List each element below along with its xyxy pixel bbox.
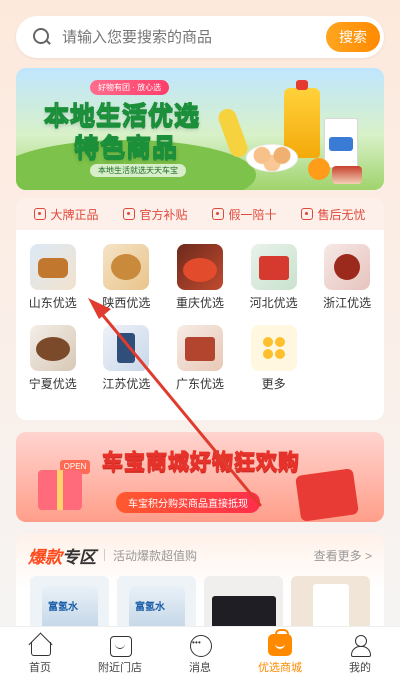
category-label: 山东优选: [28, 296, 77, 310]
profile-icon: [348, 634, 372, 657]
category-image: [324, 244, 371, 290]
tab-nearby-stores[interactable]: 附近门店: [80, 627, 160, 681]
sale-mascot-image: [295, 468, 359, 522]
gift-box-image: [38, 470, 82, 510]
bottom-tab-bar: 首页 附近门店 消息 优选商城 我的: [0, 626, 400, 681]
banner-title-line2: 特色商品: [73, 134, 179, 163]
hot-zone-subtitle: 活动爆款超值购: [113, 548, 198, 563]
message-icon: [188, 634, 212, 657]
subsidy-icon: [123, 208, 136, 220]
search-input[interactable]: [62, 28, 326, 46]
category-jiangsu[interactable]: 江苏优选: [90, 325, 164, 392]
category-label: 宁夏优选: [28, 377, 77, 391]
tab-label: 我的: [349, 661, 371, 674]
tab-profile[interactable]: 我的: [320, 627, 400, 681]
category-image: [176, 244, 223, 290]
category-label: 重庆优选: [175, 296, 224, 310]
eggs-image: [246, 144, 298, 172]
guarantee-item: 大牌正品: [34, 206, 99, 223]
guarantee-item: 售后无忧: [301, 206, 366, 223]
category-image: [103, 325, 150, 371]
hot-zone-title-accent: 爆款: [28, 547, 62, 567]
category-label: 河北优选: [249, 296, 298, 310]
divider: [104, 549, 105, 561]
banner-goods-illustration: [215, 78, 374, 186]
more-icon: [250, 325, 297, 371]
category-guangdong[interactable]: 广东优选: [163, 325, 237, 392]
category-card: 大牌正品 官方补贴 假一陪十 售后无忧 山东优选 陕西优选 重庆优选 河北优选 …: [16, 198, 384, 420]
home-icon: [28, 634, 52, 656]
product-image: [212, 596, 276, 630]
hot-zone-title: 爆款专区: [28, 543, 96, 568]
guarantee-label: 大牌正品: [50, 207, 99, 222]
see-more-link[interactable]: 查看更多 >: [314, 547, 372, 564]
banner-tag: 好物有团 · 放心选: [90, 80, 170, 95]
search-icon: [32, 27, 52, 47]
category-image: [29, 244, 76, 290]
category-zhejiang[interactable]: 浙江优选: [310, 244, 384, 311]
category-shandong[interactable]: 山东优选: [16, 244, 90, 311]
search-button[interactable]: 搜索: [326, 22, 380, 52]
guarantee-item: 官方补贴: [123, 206, 188, 223]
category-ningxia[interactable]: 宁夏优选: [16, 325, 90, 392]
guarantee-label: 假一陪十: [228, 207, 277, 222]
tab-label: 附近门店: [98, 661, 142, 674]
hot-zone-header: 爆款专区 活动爆款超值购 查看更多 >: [16, 534, 384, 576]
hot-zone-title-rest: 专区: [62, 547, 96, 567]
guarantee-label: 官方补贴: [139, 207, 188, 222]
banner-title-line1: 本地生活优选: [43, 102, 201, 131]
yuan-icon: [212, 208, 225, 220]
orange-image: [308, 158, 330, 180]
tab-label: 消息: [189, 661, 211, 674]
promo-subtitle: 车宝积分购买商品直接抵现: [116, 492, 260, 513]
category-shaanxi[interactable]: 陕西优选: [90, 244, 164, 311]
category-label: 江苏优选: [102, 377, 151, 391]
category-chongqing[interactable]: 重庆优选: [163, 244, 237, 311]
tab-shop[interactable]: 优选商城: [240, 627, 320, 681]
tab-label: 优选商城: [258, 661, 302, 674]
store-icon: [108, 634, 132, 657]
category-label: 广东优选: [175, 377, 224, 391]
milk-carton-image: [324, 118, 358, 168]
category-image: [103, 244, 150, 290]
tab-home[interactable]: 首页: [0, 627, 80, 681]
category-image: [29, 325, 76, 371]
guarantee-bar: 大牌正品 官方补贴 假一陪十 售后无忧: [16, 198, 384, 230]
category-label: 更多: [261, 377, 286, 391]
top-banner[interactable]: 好物有团 · 放心选 本地生活优选 特色商品 本地生活就选天天车宝: [16, 68, 384, 190]
category-label: 浙江优选: [323, 296, 372, 310]
promo-title: 车宝商城好物狂欢购: [102, 451, 300, 475]
tab-messages[interactable]: 消息: [160, 627, 240, 681]
search-bar[interactable]: 搜索: [16, 16, 384, 58]
guarantee-label: 售后无忧: [317, 207, 366, 222]
tab-label: 首页: [29, 661, 51, 674]
guarantee-item: 假一陪十: [212, 206, 277, 223]
category-more[interactable]: 更多: [237, 325, 311, 392]
promo-banner[interactable]: OPEN 车宝商城好物狂欢购 车宝积分购买商品直接抵现: [16, 432, 384, 522]
category-label: 陕西优选: [102, 296, 151, 310]
shield-icon: [34, 208, 47, 220]
meat-image: [332, 166, 362, 184]
banner-subtitle: 本地生活就选天天车宝: [90, 164, 186, 177]
service-icon: [301, 208, 314, 220]
category-hebei[interactable]: 河北优选: [237, 244, 311, 311]
category-image: [250, 244, 297, 290]
category-grid: 山东优选 陕西优选 重庆优选 河北优选 浙江优选 宁夏优选 江苏优选 广东优选: [16, 230, 384, 392]
category-image: [176, 325, 223, 371]
shop-icon: [268, 628, 292, 656]
